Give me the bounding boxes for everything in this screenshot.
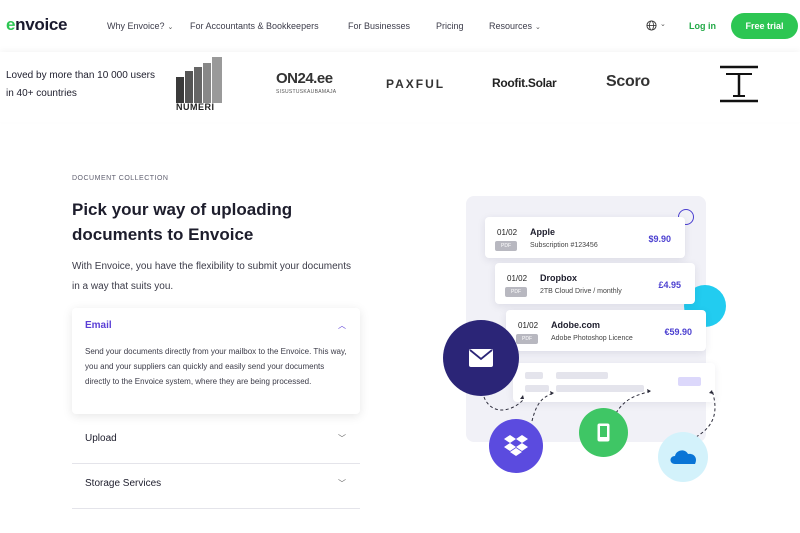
invoice-amount: £4.95: [658, 280, 681, 290]
dropbox-icon: [504, 435, 528, 456]
invoice-card: 01/02 PDF Adobe.com Adobe Photoshop Lice…: [506, 310, 706, 351]
accordion-upload[interactable]: Upload ﹀: [72, 419, 360, 464]
accordion-email-title[interactable]: Email: [85, 320, 112, 331]
onedrive-icon: [670, 450, 697, 464]
chevron-down-icon: ⌄: [167, 24, 174, 31]
invoice-vendor: Adobe.com: [551, 320, 601, 330]
invoice-date: 01/02: [518, 321, 539, 330]
mail-icon: [469, 349, 493, 367]
accordion-storage-title[interactable]: Storage Services: [85, 478, 161, 489]
on24-logo-subtitle: SISUSTUSKAUBAMAJA: [276, 89, 337, 95]
invoice-card: 01/02 PDF Apple Subscription #123456 $9.…: [485, 217, 685, 258]
invoice-date: 01/02: [507, 274, 528, 283]
invoice-date: 01/02: [497, 228, 518, 237]
accordion-email[interactable]: Email ︿ Send your documents directly fro…: [72, 308, 360, 414]
free-trial-button[interactable]: Free trial: [731, 13, 798, 39]
accordion-upload-title[interactable]: Upload: [85, 433, 117, 444]
accordion-storage-services[interactable]: Storage Services ﹀: [72, 464, 360, 509]
invoice-card: 01/02 PDF Dropbox 2TB Cloud Drive / mont…: [495, 263, 695, 304]
nav-for-businesses[interactable]: For Businesses: [348, 21, 410, 31]
t-logo: [720, 65, 758, 103]
top-navigation: envoice Why Envoice? ⌄ For Accountants & …: [0, 0, 800, 52]
client-logos-strip: Loved by more than 10 000 users in 40+ c…: [0, 52, 800, 122]
language-chevron-icon[interactable]: ⌄: [660, 20, 666, 28]
on24-logo: ON24.ee: [276, 70, 333, 87]
paxful-logo: PAXFUL: [386, 77, 446, 91]
invoice-description: Adobe Photoshop Licence: [551, 335, 633, 342]
accordion-email-body: Send your documents directly from your m…: [85, 347, 347, 386]
clients-tagline: Loved by more than 10 000 users in 40+ c…: [6, 70, 155, 99]
pdf-badge: PDF: [495, 241, 517, 251]
chevron-down-icon[interactable]: ﹀: [338, 478, 346, 489]
nav-why-envoice[interactable]: Why Envoice? ⌄: [107, 21, 173, 31]
nav-pricing[interactable]: Pricing: [436, 21, 464, 31]
login-link[interactable]: Log in: [689, 21, 716, 31]
roofit-solar-logo: Roofit.Solar: [492, 76, 557, 90]
envoice-logo[interactable]: envoice: [6, 15, 68, 35]
chevron-up-icon[interactable]: ︿: [338, 320, 346, 331]
scoro-logo: Scoro: [606, 73, 650, 90]
chevron-down-icon[interactable]: ﹀: [338, 433, 346, 444]
invoice-amount: $9.90: [648, 234, 671, 244]
section-heading: Pick your way of uploading documents to …: [72, 200, 293, 244]
globe-icon[interactable]: [646, 20, 657, 31]
invoice-description: Subscription #123456: [530, 242, 598, 249]
chevron-down-icon: ⌄: [535, 24, 541, 31]
pdf-badge: PDF: [516, 334, 538, 344]
nav-resources[interactable]: Resources ⌄: [489, 21, 541, 31]
nav-for-accountants[interactable]: For Accountants & Bookkeepers: [190, 21, 319, 31]
invoice-amount: €59.90: [664, 327, 692, 337]
pdf-badge: PDF: [505, 287, 527, 297]
section-intro: With Envoice, you have the flexibility t…: [72, 261, 352, 292]
invoice-vendor: Apple: [530, 227, 556, 237]
section-eyebrow: DOCUMENT COLLECTION: [72, 175, 169, 182]
phone-icon: [597, 423, 610, 442]
invoice-vendor: Dropbox: [540, 273, 577, 283]
numeri-logo: NUMERI: [176, 102, 215, 112]
invoice-description: 2TB Cloud Drive / monthly: [540, 288, 622, 295]
